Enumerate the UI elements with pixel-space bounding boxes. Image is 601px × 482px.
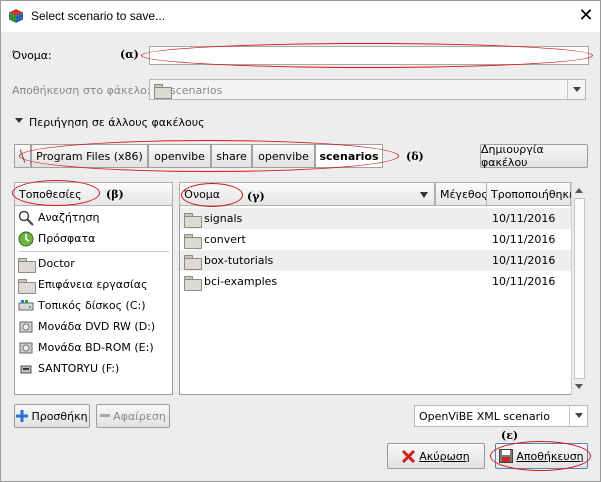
chevron-down-icon [567, 80, 585, 99]
path-segment-share[interactable]: share [211, 144, 252, 168]
annotation-gamma: (γ) [247, 190, 265, 203]
annotation-alpha: (α) [120, 48, 139, 61]
folder-icon [184, 254, 202, 270]
floppy-disk-icon [499, 449, 514, 463]
scroll-down-icon[interactable] [575, 384, 583, 389]
create-folder-button[interactable]: Δημιουργία φακέλου [480, 143, 588, 169]
place-desktop[interactable]: Επιφάνεια εργασίας [15, 274, 172, 295]
place-doctor[interactable]: Doctor [15, 253, 172, 274]
add-place-button[interactable]: Προσθήκη [14, 404, 90, 428]
path-segment-openvibe-2[interactable]: openvibe [252, 144, 315, 168]
drive-icon [18, 299, 34, 310]
scroll-up-icon[interactable] [575, 188, 583, 193]
folder-icon [154, 84, 172, 99]
column-header-size[interactable]: Μέγεθος [435, 182, 488, 206]
place-local-disk-c[interactable]: Τοπικός δίσκος (C:) [15, 295, 172, 316]
folder-icon [18, 257, 36, 273]
table-row[interactable]: bci-examples 10/11/2016 [180, 271, 571, 292]
column-header-modified[interactable]: Τροποποιήθηκε [486, 182, 575, 206]
plus-icon [16, 410, 29, 422]
place-santoryu-f[interactable]: SANTORYU (F:) [15, 358, 172, 379]
search-icon [18, 210, 34, 226]
folder-icon [184, 275, 202, 291]
browse-other-folders-toggle[interactable]: Περιήγηση σε άλλους φακέλους [29, 116, 205, 129]
title-bar: Select scenario to save... ✕ [1, 1, 600, 32]
close-icon[interactable]: ✕ [573, 4, 599, 28]
annotation-delta: (δ) [406, 150, 424, 163]
place-bd-rom-e[interactable]: Μονάδα BD-ROM (E:) [15, 337, 172, 358]
place-dvd-rw-d[interactable]: Μονάδα DVD RW (D:) [15, 316, 172, 337]
path-segment-scenarios[interactable]: scenarios [315, 144, 383, 168]
path-segment-openvibe[interactable]: openvibe [148, 144, 211, 168]
recent-icon [18, 231, 34, 246]
scrollbar-thumb[interactable] [574, 198, 585, 379]
app-icon [9, 9, 23, 23]
places-header[interactable]: Τοποθεσίες [14, 182, 173, 206]
annotation-epsilon: (ε) [501, 429, 519, 442]
usb-drive-icon [20, 365, 32, 373]
save-in-folder-combo: scenarios [149, 79, 586, 100]
folder-icon [184, 212, 202, 228]
save-in-folder-value: scenarios [170, 84, 223, 97]
path-scroll-left-icon [19, 149, 26, 163]
filename-input[interactable] [149, 46, 589, 65]
chevron-down-icon[interactable] [569, 406, 587, 426]
place-recent[interactable]: Πρόσφατα [15, 228, 172, 249]
files-panel: Όνομα Μέγεθος Τροποποιήθηκε signals 10/1… [179, 182, 587, 395]
path-scroll-left-button[interactable] [14, 144, 31, 168]
name-label: Όνομα: [12, 49, 52, 62]
expander-triangle-icon[interactable] [15, 118, 23, 123]
table-row[interactable]: box-tutorials 10/11/2016 [180, 250, 571, 271]
save-button[interactable]: Αποθήκευση [495, 443, 588, 469]
folder-icon [18, 278, 36, 294]
table-row[interactable]: convert 10/11/2016 [180, 229, 571, 250]
window-title: Select scenario to save... [31, 9, 166, 23]
minus-icon [100, 414, 111, 417]
cancel-icon [402, 449, 416, 463]
remove-place-button[interactable]: Αφαίρεση [96, 404, 170, 428]
place-search[interactable]: Αναζήτηση [15, 207, 172, 228]
places-separator [19, 251, 169, 252]
column-header-name[interactable]: Όνομα [179, 182, 435, 206]
sort-descending-icon [420, 192, 428, 198]
places-panel: Τοποθεσίες Αναζήτηση Πρόσφατα Doctor Επι… [14, 182, 173, 395]
path-segment-program-files[interactable]: Program Files (x86) [31, 144, 148, 168]
disc-icon [19, 321, 33, 332]
cancel-button[interactable]: Ακύρωση [387, 443, 485, 469]
files-scrollbar[interactable] [571, 182, 587, 395]
save-dialog: Select scenario to save... ✕ Όνομα: (α) … [0, 0, 601, 482]
file-type-filter-select[interactable]: OpenViBE XML scenario [414, 405, 588, 427]
folder-icon [184, 233, 202, 249]
annotation-beta: (β) [106, 188, 124, 201]
disc-icon [19, 342, 33, 353]
table-row[interactable]: signals 10/11/2016 [180, 208, 571, 229]
save-in-label: Αποθήκευση στο φάκελο: [12, 84, 151, 97]
